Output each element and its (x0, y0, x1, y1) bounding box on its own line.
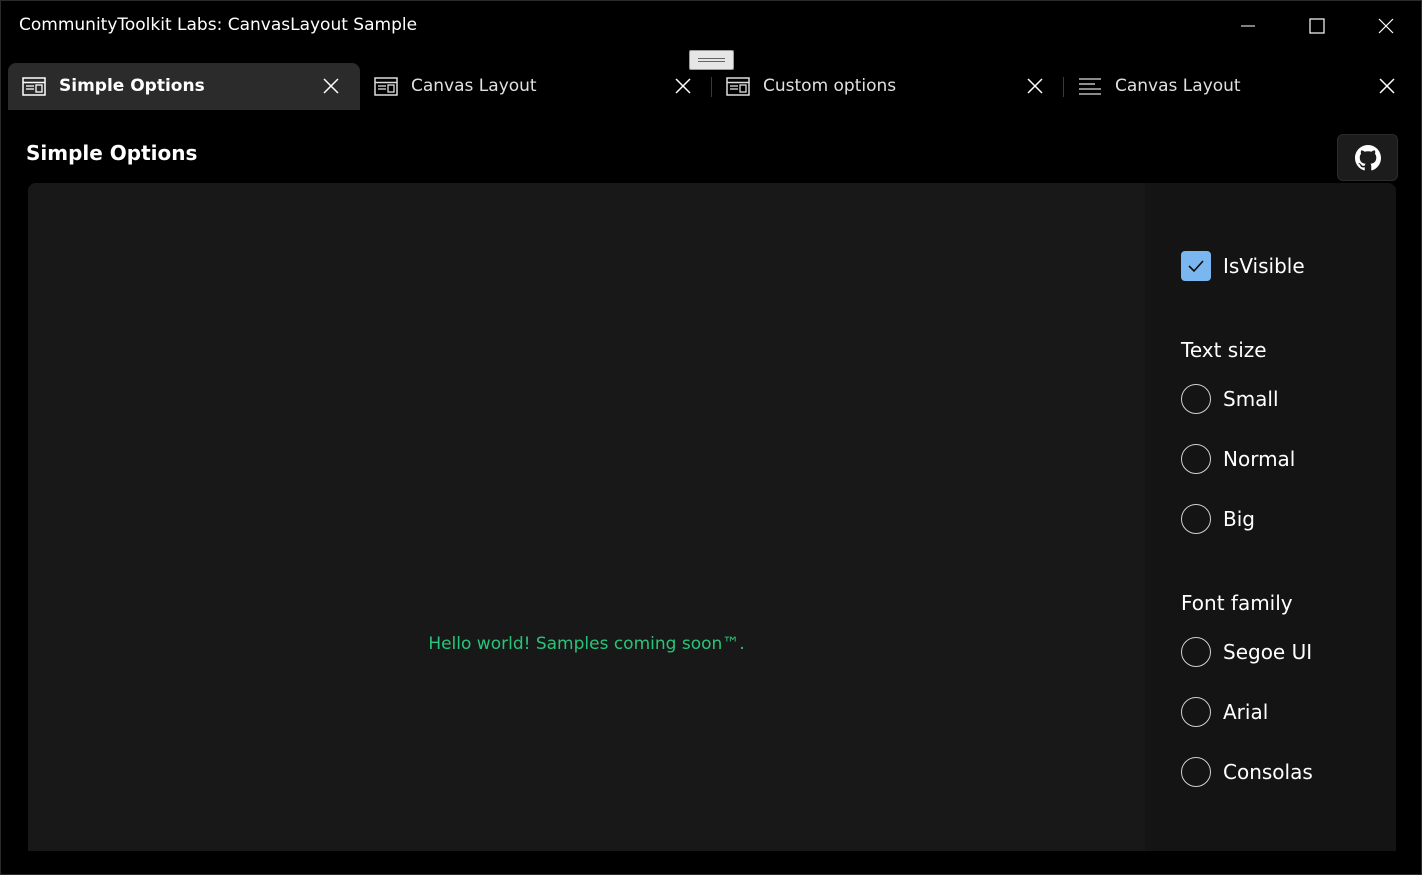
tab-close-icon[interactable] (1378, 77, 1396, 95)
radio-label: Small (1223, 387, 1279, 411)
tab-canvas-layout-2[interactable]: Canvas Layout (1064, 63, 1416, 110)
close-button[interactable] (1351, 1, 1420, 51)
radio-circle[interactable] (1181, 384, 1211, 414)
radio-font-arial[interactable]: Arial (1181, 697, 1268, 727)
radio-label: Consolas (1223, 760, 1313, 784)
radio-text-size-small[interactable]: Small (1181, 384, 1279, 414)
sample-page-icon (22, 77, 46, 96)
font-family-header: Font family (1181, 591, 1293, 615)
tab-close-icon[interactable] (674, 77, 692, 95)
maximize-button[interactable] (1282, 1, 1351, 51)
sample-canvas: Hello world! Samples coming soon™. (28, 183, 1145, 851)
tab-strip: Simple Options Canvas Layout Custom opti… (1, 63, 1421, 111)
close-icon (1378, 18, 1393, 34)
radio-font-consolas[interactable]: Consolas (1181, 757, 1313, 787)
tab-label: Simple Options (59, 76, 205, 96)
radio-font-segoe-ui[interactable]: Segoe UI (1181, 637, 1312, 667)
radio-text-size-normal[interactable]: Normal (1181, 444, 1295, 474)
drag-handle-line (698, 58, 725, 59)
radio-circle[interactable] (1181, 444, 1211, 474)
tab-label: Canvas Layout (411, 76, 537, 96)
text-size-header: Text size (1181, 338, 1267, 362)
title-bar[interactable]: CommunityToolkit Labs: CanvasLayout Samp… (1, 1, 1421, 51)
sample-panel: Hello world! Samples coming soon™. IsVis… (28, 183, 1396, 851)
document-lines-icon (1079, 78, 1101, 95)
radio-label: Normal (1223, 447, 1296, 471)
isvisible-checkbox[interactable]: IsVisible (1181, 251, 1305, 281)
window-title: CommunityToolkit Labs: CanvasLayout Samp… (19, 15, 418, 35)
checkbox-box[interactable] (1181, 251, 1211, 281)
github-icon (1354, 144, 1381, 170)
sample-page-icon (374, 77, 398, 96)
drag-handle-line (698, 61, 725, 62)
radio-label: Segoe UI (1223, 640, 1313, 664)
tab-canvas-layout[interactable]: Canvas Layout (360, 63, 712, 110)
checkmark-icon (1188, 260, 1204, 273)
minimize-button[interactable] (1213, 1, 1282, 51)
radio-text-size-big[interactable]: Big (1181, 504, 1255, 534)
minimize-icon (1240, 25, 1255, 27)
radio-circle[interactable] (1181, 637, 1211, 667)
tab-close-icon[interactable] (1026, 77, 1044, 95)
radio-circle[interactable] (1181, 697, 1211, 727)
radio-circle[interactable] (1181, 757, 1211, 787)
sample-page-icon (726, 77, 750, 96)
app-window: CommunityToolkit Labs: CanvasLayout Samp… (0, 0, 1422, 875)
drag-handle[interactable] (689, 50, 734, 70)
options-pane: IsVisible Text size Small Normal Big Fon… (1145, 183, 1396, 851)
radio-label: Big (1223, 507, 1255, 531)
tab-custom-options[interactable]: Custom options (712, 63, 1064, 110)
checkbox-label: IsVisible (1223, 254, 1305, 278)
tab-label: Canvas Layout (1115, 76, 1241, 96)
page-title: Simple Options (26, 141, 198, 165)
maximize-icon (1308, 18, 1325, 34)
tab-simple-options[interactable]: Simple Options (8, 63, 360, 110)
sample-message: Hello world! Samples coming soon™. (428, 634, 745, 654)
radio-label: Arial (1223, 700, 1269, 724)
github-button[interactable] (1337, 134, 1398, 181)
tab-close-icon[interactable] (322, 77, 340, 95)
tab-label: Custom options (763, 76, 897, 96)
radio-circle[interactable] (1181, 504, 1211, 534)
